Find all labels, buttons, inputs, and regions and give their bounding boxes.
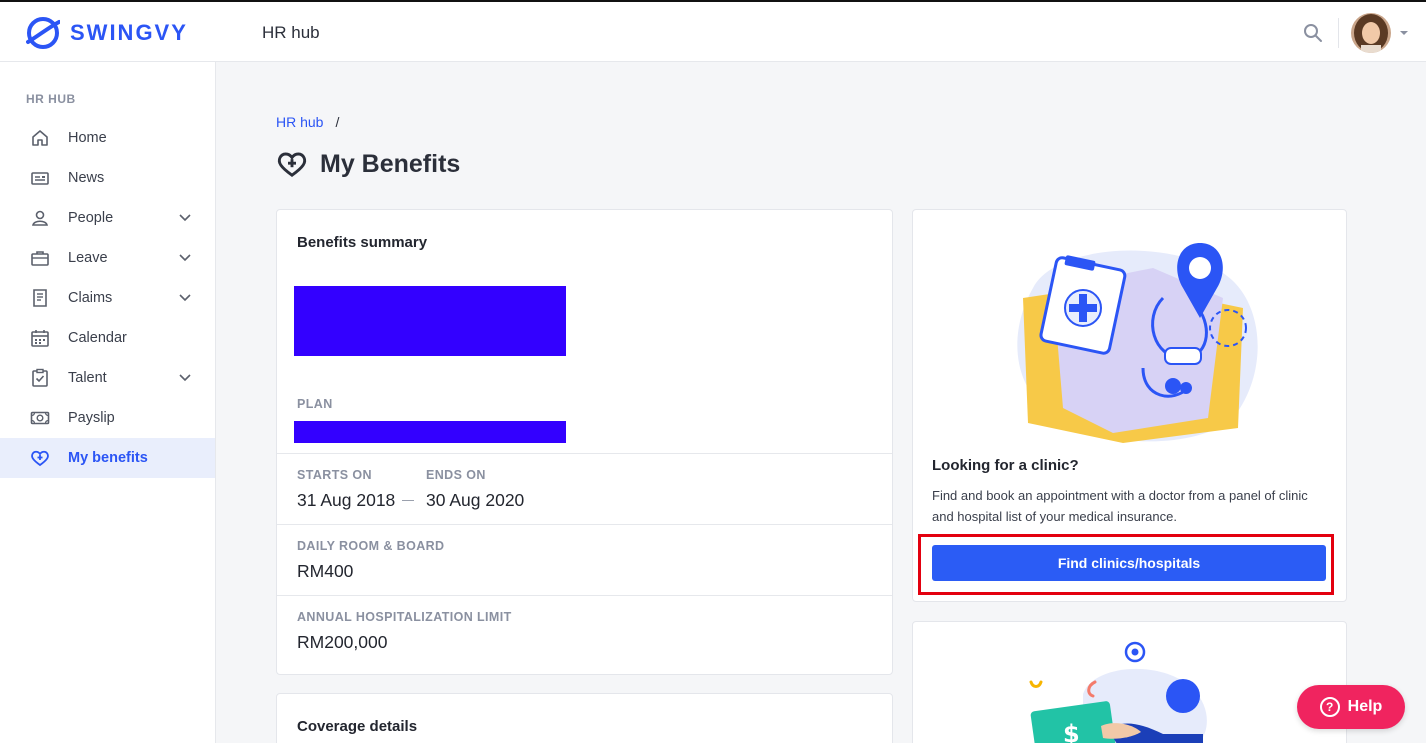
redacted-block bbox=[294, 286, 566, 356]
sidebar-item-claims[interactable]: Claims bbox=[0, 278, 215, 318]
user-avatar[interactable] bbox=[1351, 13, 1391, 53]
sidebar-item-label: Leave bbox=[68, 250, 108, 266]
breadcrumb-hr-hub-link[interactable]: HR hub bbox=[276, 114, 323, 130]
calendar-icon bbox=[31, 330, 49, 347]
person-icon bbox=[32, 210, 48, 226]
sidebar-item-my-benefits[interactable]: My benefits bbox=[0, 438, 215, 478]
breadcrumb-separator: / bbox=[335, 114, 340, 130]
breadcrumb: HR hub / bbox=[276, 114, 339, 130]
benefits-summary-card: Benefits summary PLAN STARTS ON 31 Aug 2… bbox=[276, 209, 893, 675]
sidebar-item-calendar[interactable]: Calendar bbox=[0, 318, 215, 358]
card-title: Benefits summary bbox=[297, 234, 428, 251]
clinic-card-title: Looking for a clinic? bbox=[932, 457, 1079, 474]
sidebar-heading: HR HUB bbox=[26, 92, 76, 106]
date-range-dash bbox=[402, 500, 414, 501]
help-label: Help bbox=[1347, 698, 1383, 715]
home-icon bbox=[32, 130, 48, 146]
sidebar: HR HUB Home News People Leave Claims Cal… bbox=[0, 62, 216, 743]
money-illustration: $ bbox=[1029, 641, 1207, 743]
app-title: HR hub bbox=[262, 23, 320, 42]
sidebar-item-news[interactable]: News bbox=[0, 158, 215, 198]
starts-on-value: 31 Aug 2018 bbox=[297, 490, 396, 510]
benefits-money-card: $ bbox=[912, 621, 1347, 743]
briefcase-icon bbox=[31, 251, 49, 266]
sidebar-item-label: Calendar bbox=[68, 330, 127, 346]
question-icon: ? bbox=[1319, 697, 1340, 717]
sidebar-item-home[interactable]: Home bbox=[0, 118, 215, 158]
money-icon bbox=[30, 411, 50, 425]
page-title: My Benefits bbox=[276, 148, 460, 180]
header-divider bbox=[1338, 18, 1339, 48]
redacted-plan-value bbox=[294, 421, 566, 443]
sidebar-item-people[interactable]: People bbox=[0, 198, 215, 238]
clipboard-check-icon bbox=[32, 368, 48, 387]
sidebar-item-label: News bbox=[68, 170, 105, 186]
chevron-down-icon[interactable] bbox=[1399, 28, 1409, 38]
receipt-icon bbox=[33, 289, 47, 307]
chevron-down-icon bbox=[179, 374, 191, 382]
chevron-down-icon bbox=[179, 294, 191, 302]
sidebar-item-label: People bbox=[68, 210, 114, 226]
heart-plus-icon bbox=[277, 152, 307, 177]
search-icon[interactable] bbox=[1302, 22, 1324, 44]
sidebar-item-label: Claims bbox=[68, 290, 113, 306]
room-board-label: DAILY ROOM & BOARD bbox=[297, 539, 445, 553]
heart-plus-icon bbox=[31, 450, 49, 467]
sidebar-item-label: Payslip bbox=[68, 410, 115, 426]
chevron-down-icon bbox=[179, 254, 191, 262]
sidebar-item-label: Home bbox=[68, 130, 107, 146]
room-board-value: RM400 bbox=[297, 561, 354, 581]
divider bbox=[277, 453, 892, 454]
sidebar-item-talent[interactable]: Talent bbox=[0, 358, 215, 398]
sidebar-item-leave[interactable]: Leave bbox=[0, 238, 215, 278]
help-button[interactable]: ? Help bbox=[1297, 685, 1405, 729]
hospitalization-limit-value: RM200,000 bbox=[297, 632, 388, 652]
chevron-down-icon bbox=[179, 214, 191, 222]
card-title: Coverage details bbox=[297, 718, 418, 735]
hospitalization-limit-label: ANNUAL HOSPITALIZATION LIMIT bbox=[297, 610, 512, 624]
sidebar-item-label: My benefits bbox=[68, 450, 148, 466]
ends-on-value: 30 Aug 2020 bbox=[426, 490, 525, 510]
starts-on-label: STARTS ON bbox=[297, 468, 372, 482]
sidebar-item-payslip[interactable]: Payslip bbox=[0, 398, 215, 438]
svg-text:$: $ bbox=[1063, 720, 1080, 743]
top-bar: SWINGVY HR hub bbox=[0, 0, 1426, 62]
swingvy-logo-icon bbox=[26, 17, 60, 49]
logo-text: SWINGVY bbox=[70, 20, 188, 45]
divider bbox=[277, 524, 892, 525]
page-title-text: My Benefits bbox=[320, 149, 461, 178]
plan-label: PLAN bbox=[297, 397, 333, 411]
newspaper-icon bbox=[31, 172, 49, 185]
swingvy-logo[interactable]: SWINGVY bbox=[26, 16, 188, 50]
clinic-card-description: Find and book an appointment with a doct… bbox=[932, 488, 1308, 524]
coverage-details-card: Coverage details bbox=[276, 693, 893, 743]
avatar-image bbox=[1351, 13, 1391, 53]
sidebar-item-label: Talent bbox=[68, 370, 107, 386]
medical-map-illustration bbox=[1017, 243, 1258, 443]
ends-on-label: ENDS ON bbox=[426, 468, 486, 482]
find-clinics-button[interactable]: Find clinics/hospitals bbox=[932, 545, 1326, 581]
divider bbox=[277, 595, 892, 596]
